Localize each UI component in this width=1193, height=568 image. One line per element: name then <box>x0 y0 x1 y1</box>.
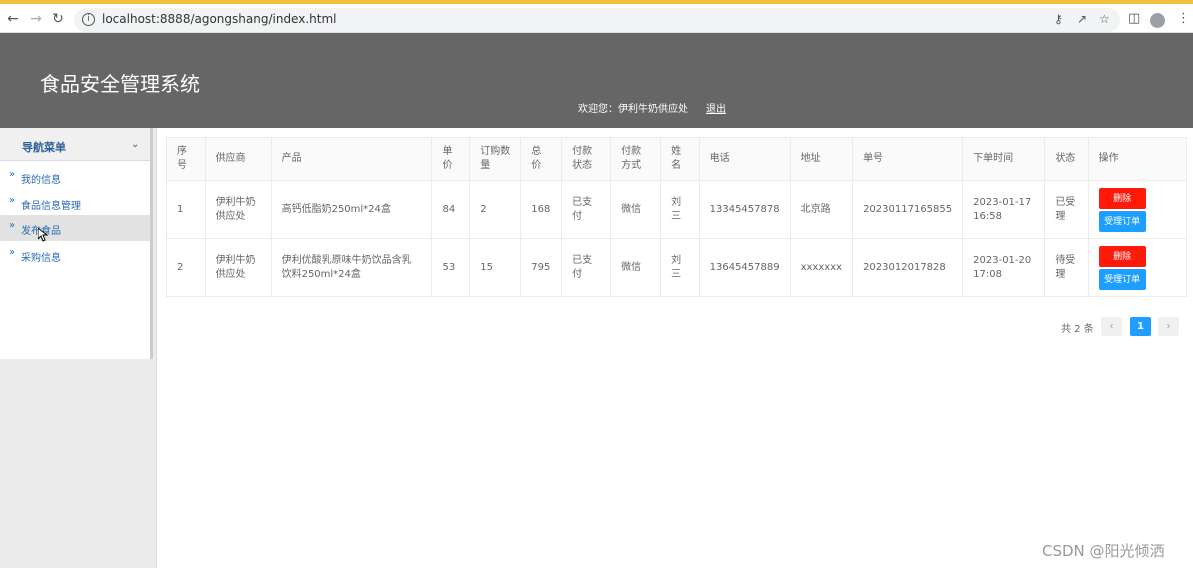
cell-time: 2023-01-17 16:58 <box>962 180 1046 239</box>
col-header: 电话 <box>698 137 791 181</box>
sidebar-item-purchase-info[interactable]: » 采购信息 <box>0 242 150 268</box>
accept-order-button[interactable]: 受理订单 <box>1098 268 1146 290</box>
chevron-down-icon[interactable]: ⌄ <box>131 139 139 150</box>
cell-name: 刘三 <box>660 238 700 297</box>
col-header: 供应商 <box>204 137 272 181</box>
pagination-total: 共 2 条 <box>1061 324 1094 335</box>
cell-product: 伊利优酸乳原味牛奶饮品含乳饮料250ml*24盒 <box>270 238 433 297</box>
orders-table-container: 序号 供应商 产品 单价 订购数量 总价 付款状态 付款方式 姓名 电话 地址 … <box>166 137 1188 297</box>
welcome-text: 欢迎您：伊利牛奶供应处 <box>578 104 688 115</box>
cell-pay-method: 微信 <box>610 238 662 297</box>
sidebar-item-food-info[interactable]: » 食品信息管理 <box>0 190 150 216</box>
orders-table: 序号 供应商 产品 单价 订购数量 总价 付款状态 付款方式 姓名 电话 地址 … <box>166 137 1188 297</box>
cell-actions: 删除 受理订单 <box>1087 238 1188 297</box>
cell-pay-status: 已支付 <box>561 180 612 239</box>
delete-button[interactable]: 删除 <box>1098 187 1146 209</box>
address-bar[interactable]: i localhost:8888/agongshang/index.html ⚷… <box>74 8 1120 32</box>
cell-price: 53 <box>431 238 471 297</box>
accept-order-button[interactable]: 受理订单 <box>1098 210 1146 232</box>
mouse-cursor-icon <box>38 228 48 242</box>
chevron-left-icon: ‹ <box>1109 321 1114 332</box>
sidebar-item-my-info[interactable]: » 我的信息 <box>0 164 150 190</box>
next-page-button[interactable]: › <box>1158 317 1179 336</box>
chevron-right-icon: › <box>1166 321 1171 332</box>
app-header: 食品安全管理系统 欢迎您：伊利牛奶供应处 退出 <box>0 33 1193 128</box>
cell-time: 2023-01-20 17:08 <box>962 238 1046 297</box>
sidebar-item-label: 我的信息 <box>21 175 61 186</box>
back-icon[interactable]: ← <box>5 11 21 27</box>
watermark: CSDN @阳光倾洒 <box>1042 542 1165 560</box>
col-header: 序号 <box>166 137 206 181</box>
cell-order-no: 2023012017828 <box>852 238 964 297</box>
sidebar-item-label: 采购信息 <box>21 253 61 264</box>
table-row: 2 伊利牛奶供应处 伊利优酸乳原味牛奶饮品含乳饮料250ml*24盒 53 15… <box>166 238 1188 297</box>
url-text[interactable]: localhost:8888/agongshang/index.html <box>102 12 336 26</box>
cell-pay-method: 微信 <box>610 180 662 239</box>
cell-status: 已受理 <box>1044 180 1089 239</box>
reload-icon[interactable]: ↻ <box>50 11 66 27</box>
browser-toolbar: ← → ↻ i localhost:8888/agongshang/index.… <box>0 0 1193 33</box>
menu-icon[interactable]: ⋮ <box>1177 11 1190 27</box>
double-chevron-icon: » <box>9 220 16 231</box>
sidebar-item-label: 食品信息管理 <box>21 201 81 212</box>
cell-address: xxxxxxx <box>789 238 854 297</box>
sidebar-panel: 导航菜单 ⌄ » 我的信息 » 食品信息管理 » 发布食品 » 采购信息 <box>0 128 153 359</box>
col-header: 付款状态 <box>561 137 612 181</box>
sidebar: 导航菜单 ⌄ » 我的信息 » 食品信息管理 » 发布食品 » 采购信息 <box>0 128 157 568</box>
cell-index: 2 <box>166 238 206 297</box>
page-number-button[interactable]: 1 <box>1130 317 1151 336</box>
cell-total: 795 <box>520 238 563 297</box>
profile-icon[interactable] <box>1150 13 1165 28</box>
cell-supplier: 伊利牛奶供应处 <box>204 238 272 297</box>
cell-total: 168 <box>520 180 563 239</box>
cell-address: 北京路 <box>789 180 854 239</box>
cell-phone: 13345457878 <box>698 180 791 239</box>
cell-qty: 15 <box>469 238 522 297</box>
table-header-row: 序号 供应商 产品 单价 订购数量 总价 付款状态 付款方式 姓名 电话 地址 … <box>166 137 1188 181</box>
cell-order-no: 20230117165855 <box>852 180 964 239</box>
cell-pay-status: 已支付 <box>561 238 612 297</box>
col-header: 总价 <box>520 137 563 181</box>
cell-phone: 13645457889 <box>698 238 791 297</box>
cell-name: 刘三 <box>660 180 700 239</box>
cell-status: 待受理 <box>1044 238 1089 297</box>
col-header: 订购数量 <box>469 137 522 181</box>
sidebar-item-publish-food[interactable]: » 发布食品 <box>0 215 150 241</box>
sidepanel-icon[interactable]: ◫ <box>1128 11 1140 27</box>
double-chevron-icon: » <box>9 169 16 180</box>
col-header: 姓名 <box>660 137 700 181</box>
cell-supplier: 伊利牛奶供应处 <box>204 180 272 239</box>
cell-qty: 2 <box>469 180 522 239</box>
col-header: 产品 <box>270 137 433 181</box>
col-header: 状态 <box>1044 137 1089 181</box>
star-icon[interactable]: ☆ <box>1099 12 1110 26</box>
nav-menu-header[interactable]: 导航菜单 ⌄ <box>0 128 150 161</box>
col-header: 单号 <box>852 137 964 181</box>
col-header: 单价 <box>431 137 471 181</box>
double-chevron-icon: » <box>9 195 16 206</box>
col-header: 下单时间 <box>962 137 1046 181</box>
page-title: 食品安全管理系统 <box>40 72 200 96</box>
col-header: 付款方式 <box>610 137 662 181</box>
prev-page-button[interactable]: ‹ <box>1101 317 1122 336</box>
info-icon[interactable]: i <box>82 13 95 26</box>
share-icon[interactable]: ↗ <box>1077 12 1087 26</box>
table-row: 1 伊利牛奶供应处 高钙低脂奶250ml*24盒 84 2 168 已支付 微信… <box>166 180 1188 239</box>
delete-button[interactable]: 删除 <box>1098 245 1146 267</box>
col-header: 地址 <box>789 137 854 181</box>
nav-menu-title: 导航菜单 <box>22 141 66 154</box>
key-icon[interactable]: ⚷ <box>1054 12 1063 26</box>
forward-icon[interactable]: → <box>28 11 44 27</box>
cell-product: 高钙低脂奶250ml*24盒 <box>270 180 433 239</box>
logout-link[interactable]: 退出 <box>706 100 726 115</box>
col-header: 操作 <box>1087 137 1188 181</box>
cell-index: 1 <box>166 180 206 239</box>
cell-price: 84 <box>431 180 471 239</box>
cell-actions: 删除 受理订单 <box>1087 180 1188 239</box>
double-chevron-icon: » <box>9 247 16 258</box>
